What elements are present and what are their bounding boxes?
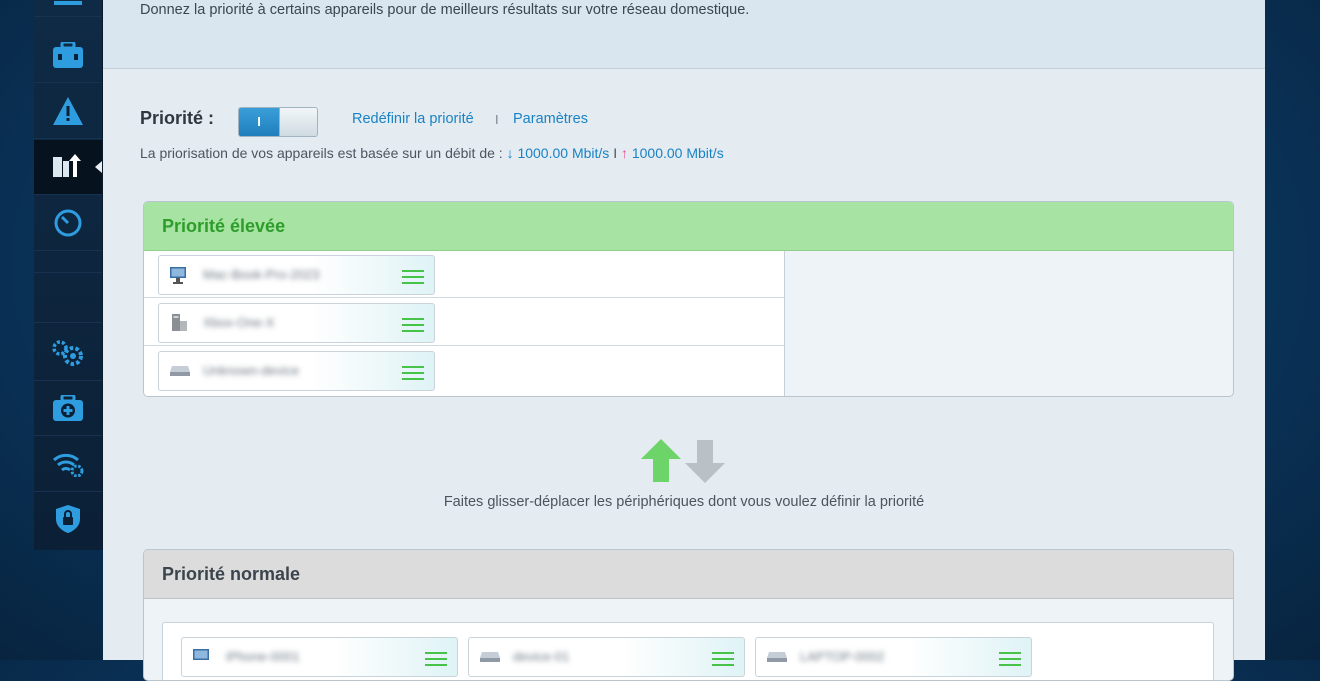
toggle-knob [279,108,317,136]
list-item: Mac-Book-Pro-2023 [144,251,784,298]
drag-handle-icon[interactable] [425,652,447,666]
download-rate: 1000.00 Mbit/s [517,145,610,161]
prioritization-icon [53,154,81,177]
drag-drop-text: Faites glisser-déplacer les périphérique… [443,494,925,510]
device-name: iPhone-0001 [226,649,300,664]
device-card[interactable]: device-01 [468,637,745,677]
device-name: LAPTOP-0002 [800,649,885,664]
device-name: Mac-Book-Pro-2023 [203,267,320,282]
device-name: Unknown-device [203,363,300,378]
sidebar-item-prioritization[interactable] [34,140,102,195]
wifi-settings-icon [53,453,84,477]
priority-toggle[interactable]: I [238,107,318,137]
reset-priority-link[interactable]: Redéfinir la priorité [352,111,474,127]
device-card[interactable]: LAPTOP-0002 [755,637,1032,677]
device-card[interactable]: Xbox-One-X [158,303,435,343]
speedometer-icon [54,209,82,237]
network-device-icon [765,646,787,668]
sidebar-item-toolbox[interactable] [34,28,102,83]
security-shield-icon [56,505,80,533]
high-priority-list: Mac-Book-Pro-2023 Xbox-One-X Unknown-dev… [144,251,785,396]
sidebar-item-devices[interactable] [34,0,102,17]
normal-priority-box: Priorité normale iPhone-0001 device-01 L… [143,549,1234,681]
priority-label: Priorité : [140,108,215,128]
drag-drop-hint [103,436,1265,491]
upload-arrow-icon: ↑ [620,145,628,161]
normal-priority-list: iPhone-0001 device-01 LAPTOP-0002 [162,622,1214,680]
drag-handle-icon[interactable] [402,366,424,380]
rate-prefix: La priorisation de vos appareils est bas… [140,145,503,161]
normal-priority-title: Priorité normale [144,550,1233,599]
desktop-tower-icon [168,312,190,334]
upload-rate: 1000.00 Mbit/s [631,145,724,161]
sidebar-item-alerts[interactable] [34,84,102,139]
drag-handle-icon[interactable] [402,270,424,284]
first-aid-icon [53,395,83,421]
sidebar [34,0,103,550]
drag-handle-icon[interactable] [712,652,734,666]
device-card[interactable]: iPhone-0001 [181,637,458,677]
list-item: Xbox-One-X [144,299,784,346]
page-subtitle: Donnez la priorité à certains appareils … [140,2,750,18]
device-card[interactable]: Unknown-device [158,351,435,391]
toolbox-icon [53,42,83,68]
device-card[interactable]: Mac-Book-Pro-2023 [158,255,435,295]
warning-icon [53,97,83,125]
device-name: device-01 [513,649,570,664]
high-priority-title: Priorité élevée [144,202,1233,251]
main-panel: Donnez la priorité à certains appareils … [103,0,1265,681]
list-item: Unknown-device [144,347,784,393]
rate-separator: I [613,145,618,161]
link-separator: I [495,112,499,127]
toggle-on-indicator: I [239,108,279,136]
rate-info: La priorisation de vos appareils est bas… [140,145,724,161]
priority-arrows-icon [641,439,725,483]
settings-link[interactable]: Paramètres [513,111,588,127]
network-device-icon [168,360,190,382]
settings-gears-icon [52,340,83,366]
drag-handle-icon[interactable] [999,652,1021,666]
sidebar-item-troubleshoot[interactable] [34,381,102,436]
device-name: Xbox-One-X [203,315,275,330]
download-arrow-icon: ↓ [506,145,514,161]
sidebar-item-settings[interactable] [34,326,102,381]
monitor-icon [191,646,213,668]
sidebar-item-security[interactable] [34,492,102,546]
computer-icon [54,1,82,5]
network-device-icon [478,646,500,668]
monitor-icon [168,264,190,286]
drag-handle-icon[interactable] [402,318,424,332]
high-priority-box: Priorité élevée Mac-Book-Pro-2023 Xbox-O… [143,201,1234,397]
sidebar-item-speed[interactable] [34,196,102,251]
header-strip: Donnez la priorité à certains appareils … [103,0,1265,69]
sidebar-item-wifi[interactable] [34,437,102,492]
